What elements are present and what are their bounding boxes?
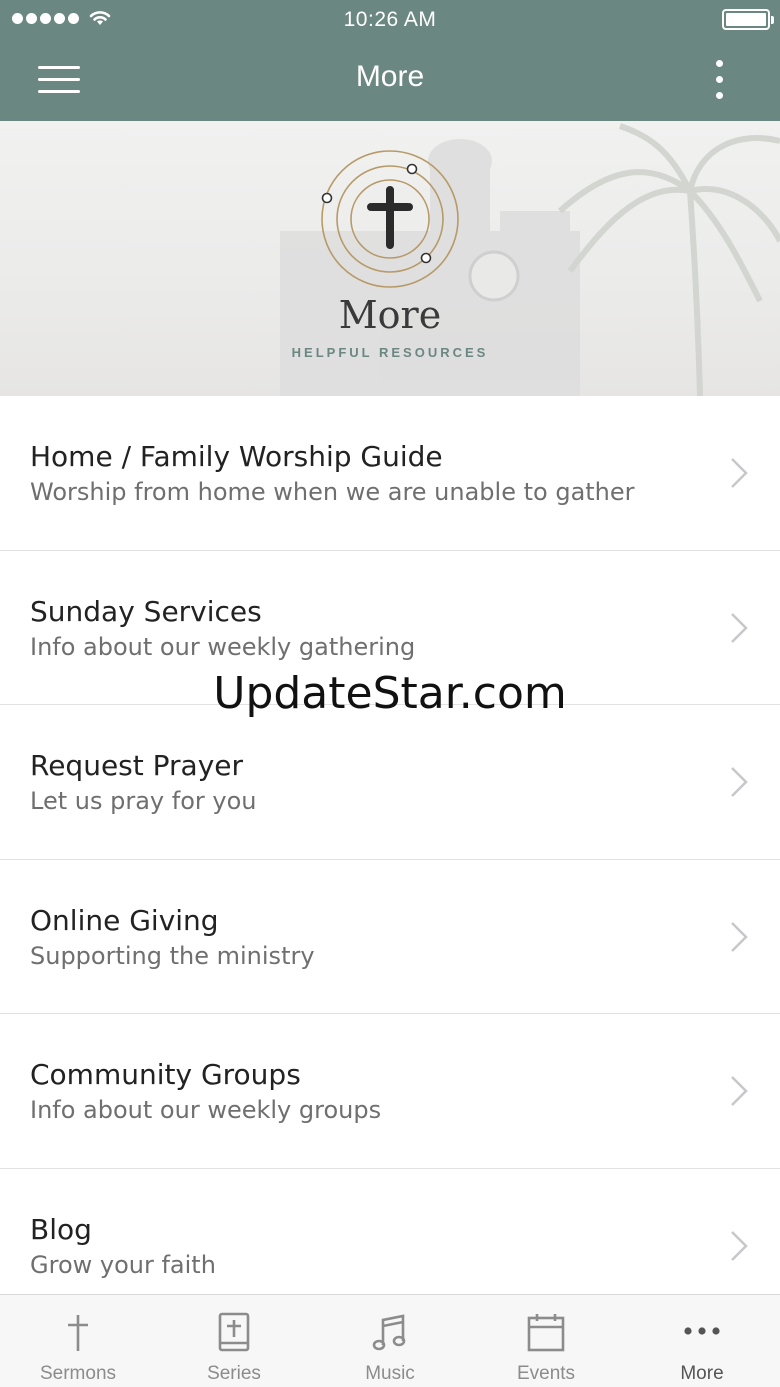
- tab-bar: Sermons Series Music Events More: [0, 1294, 780, 1387]
- tab-more[interactable]: More: [624, 1295, 780, 1387]
- list-item-subtitle: Supporting the ministry: [30, 941, 315, 970]
- list-item-subtitle: Info about our weekly groups: [30, 1096, 382, 1124]
- tab-label: More: [680, 1363, 724, 1384]
- tab-label: Sermons: [39, 1363, 117, 1384]
- tab-sermons[interactable]: Sermons: [0, 1295, 156, 1387]
- music-note-icon: [372, 1314, 406, 1351]
- tab-label: Music: [365, 1363, 415, 1384]
- navigation-bar: More: [0, 40, 780, 121]
- list-item-subtitle: Info about our weekly gathering: [30, 632, 416, 661]
- chevron-right-icon: [731, 458, 748, 488]
- list-item-title: Request Prayer: [30, 749, 244, 782]
- church-logo-icon: [321, 150, 459, 288]
- list-item-title: Online Giving: [30, 903, 219, 937]
- list-item-online-giving[interactable]: Online Giving Supporting the ministry: [0, 859, 780, 1014]
- banner-subtitle: HELPFUL RESOURCES: [291, 345, 489, 360]
- cross-icon: [68, 1315, 88, 1351]
- tab-label: Series: [207, 1363, 261, 1384]
- list-item-title: Home / Family Worship Guide: [30, 440, 443, 473]
- list-item-subtitle: Grow your faith: [30, 1250, 216, 1279]
- status-time: 10:26 AM: [343, 8, 437, 31]
- banner-title: More: [338, 293, 442, 337]
- chevron-right-icon: [731, 612, 748, 643]
- list-item-title: Sunday Services: [30, 594, 262, 628]
- watermark-text: UpdateStar.com: [213, 668, 567, 719]
- list-item-subtitle: Let us pray for you: [30, 787, 257, 815]
- chevron-right-icon: [731, 921, 748, 952]
- tab-label: Events: [516, 1363, 576, 1384]
- status-bar: 10:26 AM: [0, 0, 780, 40]
- calendar-icon: [527, 1314, 565, 1352]
- chevron-right-icon: [731, 1076, 748, 1106]
- bible-icon: [218, 1312, 250, 1352]
- list-item-title: Community Groups: [30, 1058, 301, 1091]
- page-title: More: [355, 60, 425, 93]
- tab-series[interactable]: Series: [156, 1295, 312, 1387]
- more-dots-icon: [684, 1327, 720, 1335]
- tab-events[interactable]: Events: [468, 1295, 624, 1387]
- list-item-request-prayer[interactable]: Request Prayer Let us pray for you: [0, 705, 780, 860]
- list-item-home-family-worship-guide[interactable]: Home / Family Worship Guide Worship from…: [0, 396, 780, 551]
- resource-list: Home / Family Worship Guide Worship from…: [0, 396, 780, 1323]
- list-item-title: Blog: [30, 1212, 92, 1246]
- chevron-right-icon: [731, 1230, 748, 1261]
- list-item-subtitle: Worship from home when we are unable to …: [30, 478, 635, 506]
- top-bar: 10:26 AM More: [0, 0, 780, 121]
- battery-icon: [722, 9, 774, 30]
- header-banner: More HELPFUL RESOURCES: [0, 121, 780, 396]
- list-item-community-groups[interactable]: Community Groups Info about our weekly g…: [0, 1014, 780, 1169]
- overflow-menu-button[interactable]: [700, 56, 740, 104]
- tab-music[interactable]: Music: [312, 1295, 468, 1387]
- chevron-right-icon: [731, 767, 748, 797]
